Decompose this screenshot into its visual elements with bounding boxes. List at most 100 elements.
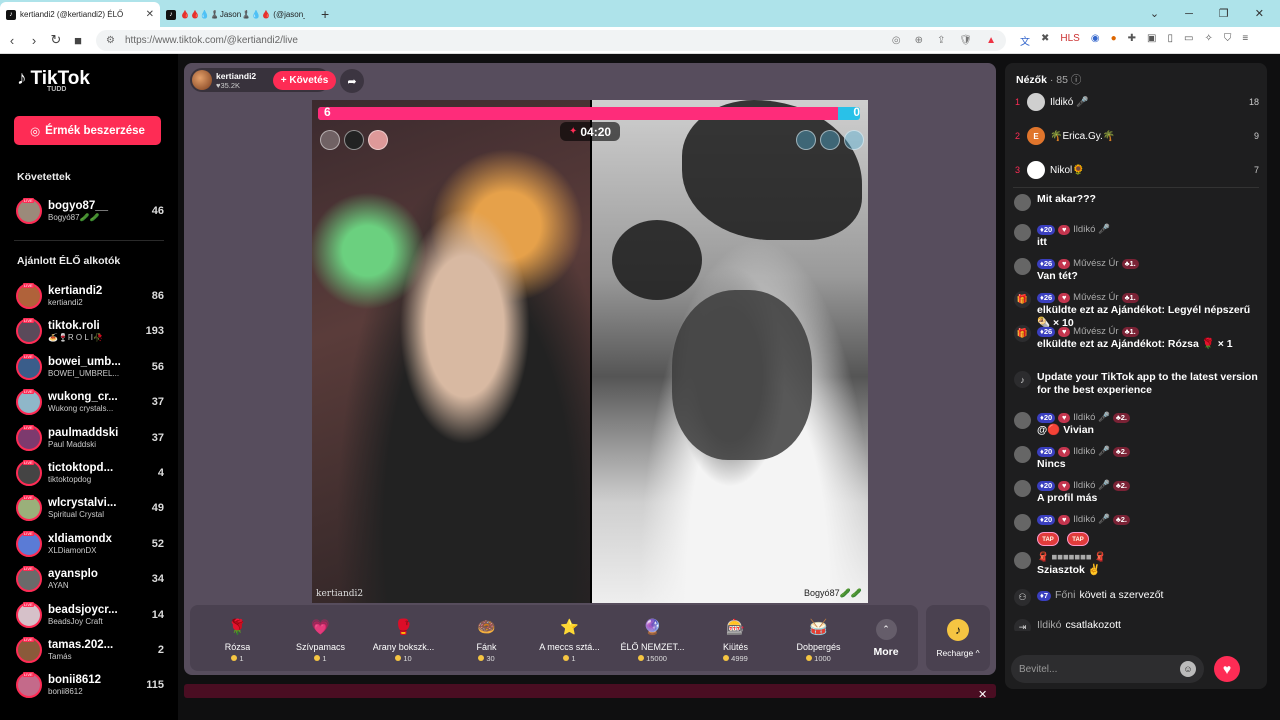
chat-message[interactable]: ♦ 20 ♥ Ildikó 🎤 ♣ 2. A profil más <box>1014 479 1264 505</box>
supporter-avatar[interactable] <box>344 130 364 150</box>
chat-message[interactable]: ⚇ ♦ 7 Főni követi a szervezőt <box>1014 589 1264 606</box>
chat-username[interactable]: Művész Úr <box>1073 258 1118 269</box>
zoom-icon[interactable]: ⊕ <box>915 35 923 46</box>
suggested-creator[interactable]: LIVE tamas.202... Tamás 2 <box>16 634 164 666</box>
like-heart-button[interactable]: ♥ <box>1214 656 1240 682</box>
following-item[interactable]: LIVE bogyo87__ Bogyó87🥒🥒 46 <box>16 195 164 227</box>
user-avatar[interactable] <box>1014 552 1031 569</box>
user-avatar[interactable] <box>1014 412 1031 429</box>
chat-message[interactable]: 🧣 ■■■■■■■ 🧣 Sziasztok ✌️ <box>1014 551 1264 577</box>
user-avatar[interactable] <box>1014 224 1031 241</box>
chat-username[interactable]: Művész Úr <box>1073 326 1118 337</box>
chat-message[interactable]: ♦ 20 ♥ Ildikó 🎤 ♣ 2. TAP TAP <box>1014 513 1264 546</box>
chat-message[interactable]: Mit akar??? <box>1014 193 1264 211</box>
chat-username[interactable]: Ildikó 🎤 <box>1073 412 1110 423</box>
top-viewer[interactable]: 3 Nikol🌻 7 <box>1015 159 1259 181</box>
user-avatar[interactable] <box>1014 446 1031 463</box>
address-bar[interactable]: ⚙ https://www.tiktok.com/@kertiandi2/liv… <box>96 29 1006 51</box>
maximize-icon[interactable]: ❐ <box>1219 7 1229 20</box>
extension-icon[interactable]: ● <box>1111 33 1117 48</box>
more-gifts-button[interactable]: ⌃ More <box>860 605 912 671</box>
suggested-creator[interactable]: LIVE xldiamondx XLDiamonDX 52 <box>16 528 164 560</box>
chat-message[interactable]: 🎁 ♦ 26 ♥ Művész Úr ♣ 1. elküldte ezt az Ajándék… <box>1014 325 1264 351</box>
chat-username[interactable]: Ildikó 🎤 <box>1073 446 1110 457</box>
battle-video[interactable]: 6 0 ✦ 04:20 kertiandi2 Bogyó87🥒🥒 <box>312 100 868 603</box>
gift-item[interactable]: ⭐ A meccs sztá... 1 <box>528 605 611 671</box>
suggested-creator[interactable]: LIVE tiktok.roli 🍝🍷R O L I🥀 193 <box>16 315 164 347</box>
chat-username[interactable]: Főni <box>1055 589 1075 602</box>
vpn-icon[interactable]: ⛉ <box>1224 33 1232 48</box>
bottom-banner[interactable] <box>184 684 996 698</box>
extension-icon[interactable]: ◉ <box>1091 33 1100 48</box>
chat-message[interactable]: ♪ Update your TikTok app to the latest ve… <box>1014 371 1264 397</box>
emoji-icon[interactable]: ☺ <box>1180 661 1196 677</box>
chat-username[interactable]: Ildikó <box>1037 619 1062 631</box>
sidebar-toggle-icon[interactable]: ▯ <box>1167 33 1173 48</box>
host-info[interactable]: kertiandi2 ♥35.2K + Követés <box>190 68 336 92</box>
close-window-icon[interactable]: ✕ <box>1255 7 1264 20</box>
close-tab-icon[interactable]: ✕ <box>146 9 154 20</box>
recharge-button[interactable]: ♪ Recharge ^ <box>926 605 990 671</box>
leo-icon[interactable]: ✧ <box>1204 33 1212 48</box>
chat-message[interactable]: ⇥ Ildikó csatlakozott <box>1014 619 1264 631</box>
host-avatar[interactable] <box>192 70 212 90</box>
chat-message[interactable]: ♦ 20 ♥ Ildikó 🎤 ♣ 2. @🔴 Vivian <box>1014 411 1264 437</box>
supporter-avatar[interactable] <box>368 130 388 150</box>
tiktok-logo[interactable]: ♪ TikTok TUDD <box>17 68 90 93</box>
suggested-creator[interactable]: LIVE beadsjoycr... BeadsJoy Craft 14 <box>16 599 164 631</box>
suggested-creator[interactable]: LIVE ayansplo AYAN 34 <box>16 563 164 595</box>
suggested-creator[interactable]: LIVE tictoktopd... tiktoktopdog 4 <box>16 457 164 489</box>
tab-search-icon[interactable]: ⌄ <box>1150 7 1159 20</box>
minimize-icon[interactable]: ─ <box>1185 8 1193 20</box>
top-viewer[interactable]: 2 E 🌴Erica.Gy.🌴 9 <box>1015 125 1259 147</box>
new-tab-icon[interactable]: + <box>321 6 329 27</box>
forward-icon[interactable]: › <box>24 33 44 48</box>
gift-item[interactable]: 🎰 Kiütés 4999 <box>694 605 777 671</box>
supporter-avatar[interactable] <box>320 130 340 150</box>
browser-tab-active[interactable]: ♪ kertiandi2 (@kertiandi2) ÉLŐ ✕ <box>0 2 160 27</box>
gift-item[interactable]: 💗 Szívpamacs 1 <box>279 605 362 671</box>
gift-item[interactable]: 🥁 Dobpergés 1000 <box>777 605 860 671</box>
top-viewer[interactable]: 1 Ildikó 🎤 18 <box>1015 91 1259 113</box>
suggested-creator[interactable]: LIVE kertiandi2 kertiandi2 86 <box>16 280 164 312</box>
suggested-creator[interactable]: LIVE wlcrystalvi... Spiritual Crystal 49 <box>16 492 164 524</box>
gift-item[interactable]: 🔮 ÉLŐ NEMZET... 15000 <box>611 605 694 671</box>
back-icon[interactable]: ‹ <box>2 33 22 48</box>
browser-tab[interactable]: ♪ 🩸🩸💧♟️Jason♟️💧🩸 (@jason_sen <box>160 2 315 27</box>
user-avatar[interactable] <box>1014 194 1031 211</box>
chat-username[interactable]: Ildikó 🎤 <box>1073 480 1110 491</box>
chat-username[interactable]: 🧣 ■■■■■■■ 🧣 <box>1037 552 1106 563</box>
chat-message[interactable]: ♦ 20 ♥ Ildikó 🎤 ♣ 2. Nincs <box>1014 445 1264 471</box>
chat-username[interactable]: Művész Úr <box>1073 292 1118 303</box>
gift-item[interactable]: 🥊 Arany bokszk... 10 <box>362 605 445 671</box>
puzzle-icon[interactable]: ✚ <box>1128 33 1136 48</box>
user-avatar[interactable] <box>1014 514 1031 531</box>
suggested-creator[interactable]: LIVE bonii8612 bonii8612 115 <box>16 669 164 701</box>
chat-message[interactable]: ♦ 20 ♥ Ildikó 🎤 itt <box>1014 223 1264 249</box>
rewards-icon[interactable]: ▲ <box>986 35 996 46</box>
chat-username[interactable]: Ildikó 🎤 <box>1073 224 1110 235</box>
suggested-creator[interactable]: LIVE wukong_cr... Wukong crystals... 37 <box>16 386 164 418</box>
user-avatar[interactable] <box>1014 480 1031 497</box>
chat-username[interactable]: Ildikó 🎤 <box>1073 514 1110 525</box>
reload-icon[interactable]: ↻ <box>46 32 66 48</box>
suggested-creator[interactable]: LIVE bowei_umb... BOWEI_UMBREL... 56 <box>16 351 164 383</box>
extension-icon[interactable]: ▣ <box>1147 33 1156 48</box>
cast-icon[interactable]: ◎ <box>892 35 901 46</box>
close-banner-icon[interactable]: ✕ <box>978 688 987 701</box>
host-name[interactable]: kertiandi2 <box>216 71 256 81</box>
gift-item[interactable]: 🌹 Rózsa 1 <box>196 605 279 671</box>
chat-input[interactable]: Bevitel... ☺ <box>1011 655 1204 683</box>
wallet-icon[interactable]: ▭ <box>1184 33 1193 48</box>
translate-extension-icon[interactable]: 文 <box>1020 33 1030 48</box>
menu-icon[interactable]: ≡ <box>1242 33 1248 48</box>
extension-icon[interactable]: HLS <box>1060 33 1079 48</box>
info-icon[interactable]: ⓘ <box>1071 74 1082 86</box>
site-info-icon[interactable]: ⚙ <box>106 35 115 46</box>
suggested-creator[interactable]: LIVE paulmaddski Paul Maddski 37 <box>16 422 164 454</box>
get-coins-button[interactable]: ◎ Érmék beszerzése <box>14 116 161 145</box>
share-icon[interactable]: ⇪ <box>937 35 945 46</box>
follow-button[interactable]: + Követés <box>273 71 336 90</box>
brave-shield-icon[interactable]: 🛡 <box>959 35 972 46</box>
extension-icon[interactable]: ✖ <box>1041 33 1049 48</box>
